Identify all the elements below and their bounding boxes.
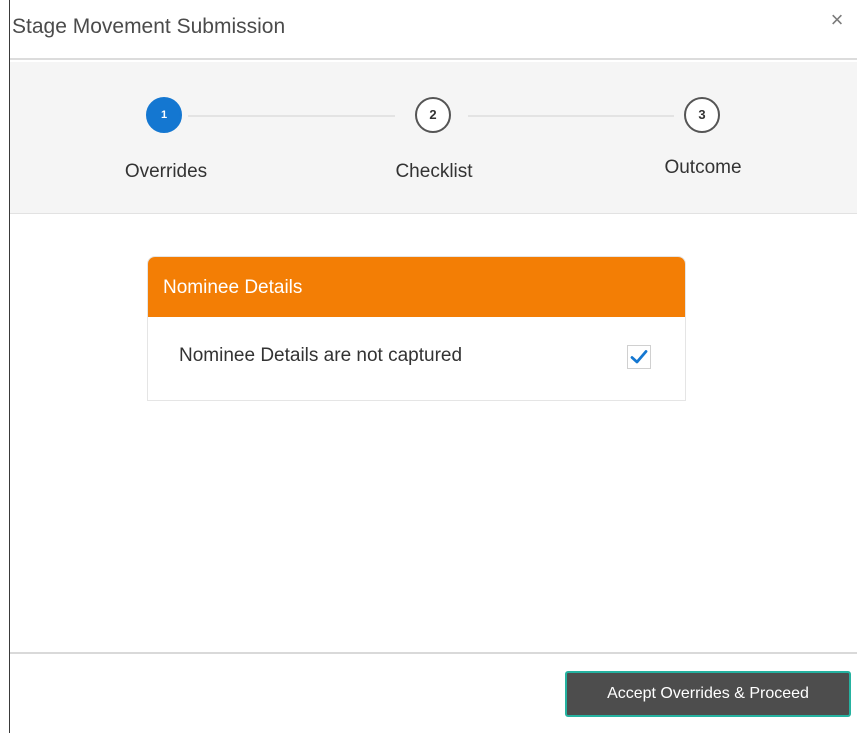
- override-checkbox[interactable]: [627, 345, 651, 369]
- step-2-label: Checklist: [395, 161, 473, 182]
- overrides-card: Nominee Details Nominee Details are not …: [147, 256, 686, 401]
- step-1-circle[interactable]: 1: [146, 97, 182, 133]
- override-text: Nominee Details are not captured: [179, 345, 463, 366]
- title-bar: Stage Movement Submission ×: [10, 0, 857, 60]
- step-3-circle[interactable]: 3: [684, 97, 720, 133]
- card-header: Nominee Details: [148, 257, 685, 317]
- override-row: Nominee Details are not captured: [148, 317, 685, 400]
- step-2-circle[interactable]: 2: [415, 97, 451, 133]
- step-connector-1-2: [188, 115, 395, 117]
- checkmark-icon: [630, 350, 648, 364]
- step-1-label: Overrides: [124, 161, 208, 182]
- step-connector-2-3: [468, 115, 674, 117]
- stage-movement-dialog: Stage Movement Submission × 1 2 3 Overri…: [9, 0, 857, 733]
- stepper: 1 2 3 Overrides Checklist Outcome: [10, 62, 857, 214]
- step-3-label: Outcome: [664, 157, 742, 178]
- close-icon[interactable]: ×: [825, 8, 849, 32]
- accept-overrides-button[interactable]: Accept Overrides & Proceed: [565, 671, 851, 717]
- dialog-title: Stage Movement Submission: [12, 15, 286, 38]
